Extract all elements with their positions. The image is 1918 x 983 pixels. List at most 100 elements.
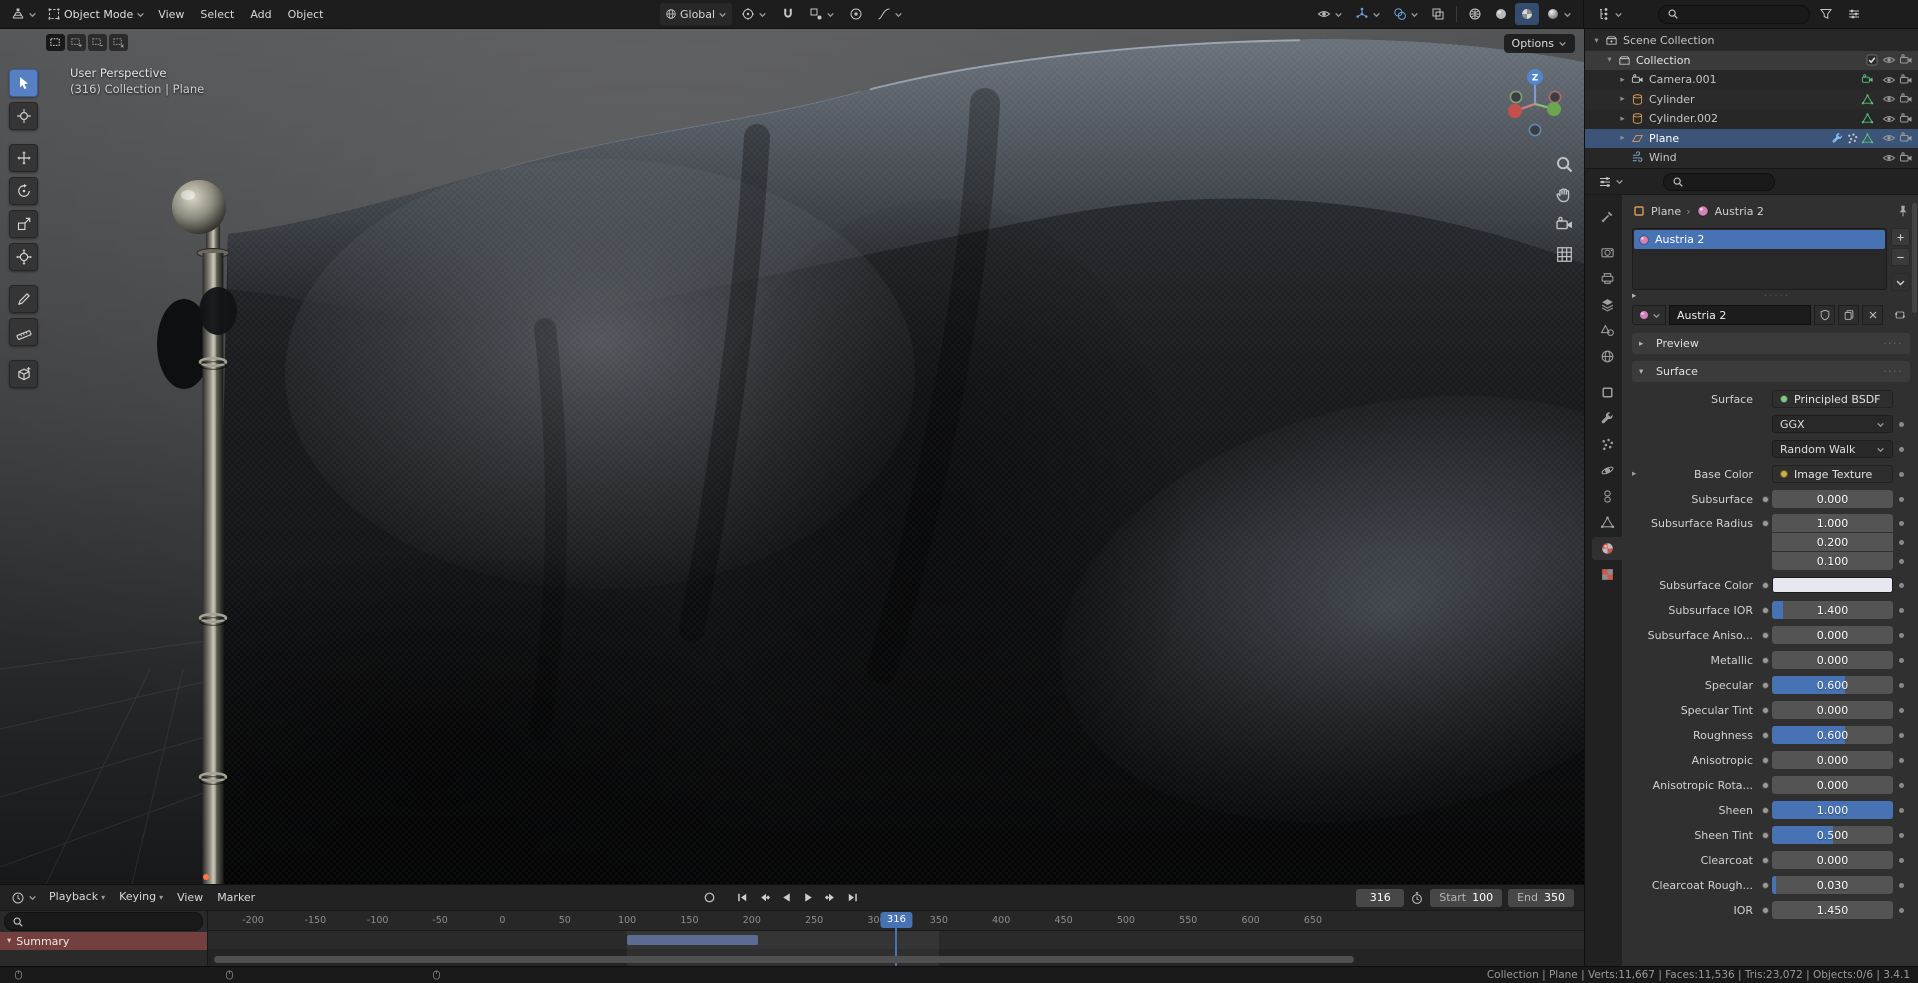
outliner-row-cylinder-002[interactable]: ▸ Cylinder.002: [1585, 109, 1918, 129]
browse-material-button[interactable]: [1632, 305, 1666, 325]
clearcoat-rough-slider[interactable]: 0.030: [1772, 876, 1893, 894]
decorator-dot-icon[interactable]: [1899, 632, 1904, 638]
properties-tab-physics[interactable]: [1592, 459, 1622, 482]
options-button[interactable]: Options: [1503, 34, 1575, 53]
disclosure-icon[interactable]: ▾: [1604, 55, 1615, 65]
breadcrumb-material[interactable]: Austria 2: [1715, 205, 1764, 218]
show-gizmo-toggle[interactable]: [1350, 3, 1386, 25]
decorator-dot-icon[interactable]: [1899, 540, 1904, 545]
outliner-row-cylinder[interactable]: ▸ Cylinder: [1585, 90, 1918, 110]
outliner-row-scene-collection[interactable]: ▾ Scene Collection: [1585, 31, 1918, 51]
outliner-options-button[interactable]: [1842, 3, 1866, 25]
select-mode-subtract-button[interactable]: [88, 34, 107, 51]
decorator-dot-icon[interactable]: [1899, 882, 1904, 888]
properties-tab-render[interactable]: [1592, 241, 1622, 264]
socket-dot-icon[interactable]: [1761, 581, 1769, 589]
ggx-dropdown[interactable]: GGX: [1772, 415, 1893, 433]
socket-dot-icon[interactable]: [1761, 831, 1769, 839]
socket-dot-icon[interactable]: [1761, 520, 1769, 527]
hide-viewport-icon[interactable]: [1882, 112, 1896, 126]
shading-rendered-button[interactable]: [1541, 3, 1577, 25]
subsurface-radius-field[interactable]: 0.200: [1772, 533, 1893, 551]
render-visibility-icon[interactable]: [1899, 92, 1913, 106]
disclosure-icon[interactable]: ▾: [1591, 36, 1602, 46]
pivot-dropdown[interactable]: [736, 3, 772, 25]
properties-tab-scene[interactable]: [1592, 319, 1622, 342]
specular-tint-slider[interactable]: 0.000: [1772, 701, 1893, 719]
subsurface-slider[interactable]: 0.000: [1772, 490, 1893, 508]
random-walk-dropdown[interactable]: Random Walk: [1772, 440, 1893, 458]
tool-tweak-select-button[interactable]: [9, 69, 38, 97]
frame-end-field[interactable]: End 350: [1508, 888, 1574, 907]
properties-tab-object-data[interactable]: [1592, 511, 1622, 534]
hide-viewport-icon[interactable]: [1882, 151, 1896, 165]
timeline-menu-playback[interactable]: Playback ▾: [42, 884, 112, 911]
tool-rotate-button[interactable]: [9, 177, 38, 205]
fake-user-button[interactable]: [1814, 305, 1835, 325]
decorator-dot-icon[interactable]: [1899, 607, 1904, 613]
auto-keying-button[interactable]: [700, 888, 719, 907]
disclosure-icon[interactable]: ▾: [1639, 367, 1651, 377]
properties-tab-object[interactable]: [1592, 381, 1622, 404]
socket-dot-icon[interactable]: [1761, 731, 1769, 739]
disclosure-icon[interactable]: ▾: [7, 936, 11, 946]
render-visibility-icon[interactable]: [1899, 131, 1913, 145]
decorator-dot-icon[interactable]: [1899, 446, 1904, 452]
principled-bsdf-button[interactable]: Principled BSDF: [1772, 390, 1893, 408]
socket-dot-icon[interactable]: [1761, 656, 1769, 664]
decorator-dot-icon[interactable]: [1899, 782, 1904, 788]
socket-dot-icon[interactable]: [1761, 856, 1769, 864]
jump-to-start-button[interactable]: [733, 888, 752, 907]
socket-dot-icon[interactable]: [1761, 881, 1769, 889]
axis-minus-x-handle[interactable]: [1548, 90, 1562, 104]
outliner-filter-button[interactable]: [1814, 3, 1838, 25]
node-tree-button[interactable]: [1889, 305, 1910, 325]
disclosure-icon[interactable]: ▸: [1639, 339, 1651, 349]
zoom-icon[interactable]: [1555, 155, 1574, 174]
timeline-search-field[interactable]: [4, 912, 203, 931]
select-mode-new-button[interactable]: [46, 34, 65, 51]
subsurface-color-swatch[interactable]: [1772, 577, 1893, 593]
snap-settings-dropdown[interactable]: [804, 3, 840, 25]
properties-scrollbar[interactable]: [1912, 203, 1917, 313]
timeline-canvas[interactable]: -200 -150 -100 -50 0 50 100 150 200 250 300 350 400 4…: [208, 911, 1584, 966]
axis-minus-y-handle[interactable]: [1509, 90, 1523, 104]
disclosure-icon[interactable]: ▸: [1632, 291, 1644, 301]
current-frame-field[interactable]: 316: [1356, 888, 1405, 907]
proportional-editing-toggle[interactable]: [844, 3, 868, 25]
decorator-dot-icon[interactable]: [1899, 757, 1904, 763]
properties-tab-material[interactable]: [1592, 537, 1622, 560]
shading-solid-button[interactable]: [1489, 3, 1513, 25]
decorator-dot-icon[interactable]: [1899, 732, 1904, 738]
new-material-button[interactable]: [1838, 305, 1859, 325]
socket-dot-icon[interactable]: [1761, 806, 1769, 814]
render-visibility-icon[interactable]: [1899, 151, 1913, 165]
decorator-dot-icon[interactable]: [1899, 471, 1904, 477]
resize-grip[interactable]: ·····: [1644, 291, 1910, 302]
snap-toggle[interactable]: [776, 3, 800, 25]
hide-viewport-icon[interactable]: [1882, 92, 1896, 106]
hide-viewport-icon[interactable]: [1882, 53, 1896, 67]
mode-dropdown[interactable]: Object Mode: [42, 3, 150, 25]
decorator-dot-icon[interactable]: [1899, 559, 1904, 564]
properties-tab-modifiers[interactable]: [1592, 407, 1622, 430]
properties-tab-texture[interactable]: [1592, 563, 1622, 586]
render-visibility-icon[interactable]: [1899, 53, 1913, 67]
show-overlays-toggle[interactable]: [1388, 3, 1424, 25]
shading-material-preview-button[interactable]: [1515, 3, 1539, 25]
hide-viewport-icon[interactable]: [1882, 73, 1896, 87]
slot-list-resize[interactable]: ▸ ·····: [1632, 291, 1910, 302]
anisotropic-rota-slider[interactable]: 0.000: [1772, 776, 1893, 794]
camera-view-icon[interactable]: [1555, 215, 1574, 234]
specular-slider[interactable]: 0.600: [1772, 676, 1893, 694]
properties-search-field[interactable]: [1663, 172, 1775, 191]
object-visibility-dropdown[interactable]: [1312, 3, 1348, 25]
play-button[interactable]: [799, 888, 818, 907]
decorator-dot-icon[interactable]: [1899, 521, 1904, 526]
decorator-dot-icon[interactable]: [1899, 496, 1904, 502]
properties-tab-output[interactable]: [1592, 267, 1622, 290]
next-keyframe-button[interactable]: [821, 888, 840, 907]
material-name-field[interactable]: Austria 2: [1669, 305, 1811, 325]
play-reverse-button[interactable]: [777, 888, 796, 907]
outliner-editor-button[interactable]: [1592, 3, 1628, 25]
